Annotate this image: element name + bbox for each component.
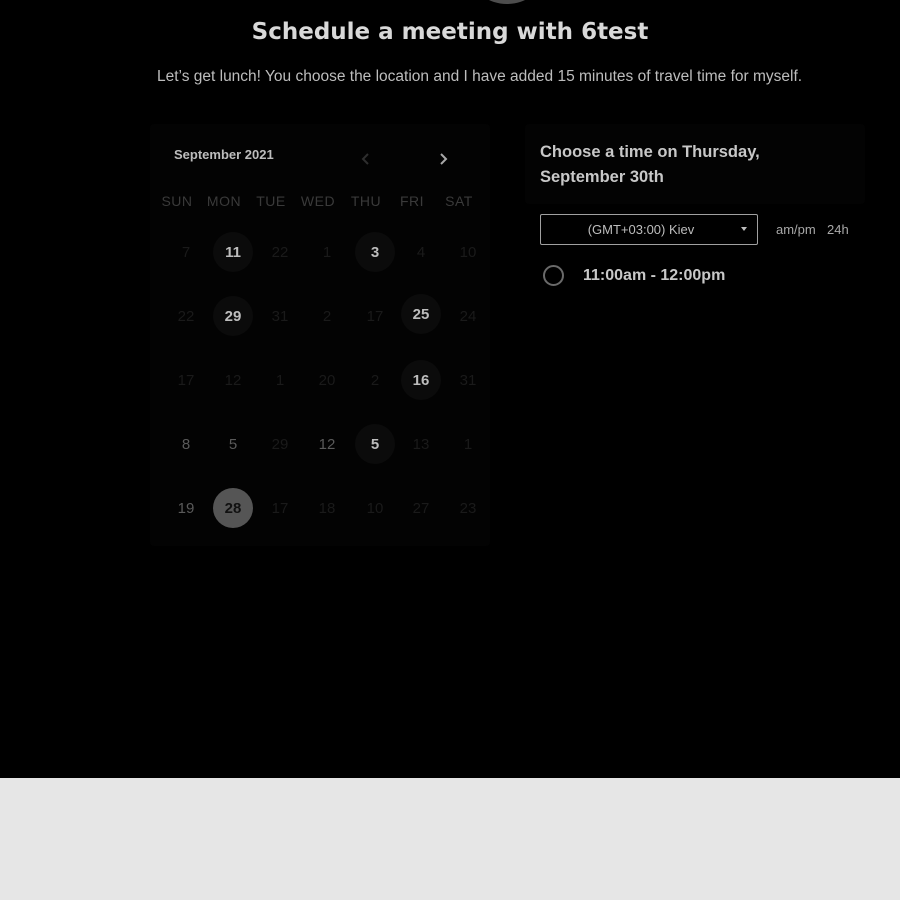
format-ampm-toggle[interactable]: am/pm: [776, 222, 816, 237]
caret-down-icon: [741, 227, 747, 231]
time-header: Choose a time on Thursday, September 30t…: [540, 143, 760, 186]
next-month-button[interactable]: [432, 148, 454, 170]
calendar-day[interactable]: 5: [355, 424, 395, 464]
page-title: Schedule a meeting with 6test: [251, 19, 649, 45]
time-slot-label: 11:00am - 12:00pm: [583, 267, 726, 284]
calendar-day: 22: [271, 243, 289, 261]
weekday-label: FRI: [399, 193, 425, 209]
calendar-day: 12: [224, 371, 242, 389]
calendar-day: 5: [228, 435, 238, 453]
calendar-day: 8: [181, 435, 191, 453]
avatar: [472, 0, 542, 4]
calendar-day: 1: [275, 371, 285, 389]
calendar-month-label: September 2021: [174, 147, 274, 162]
calendar-day: 2: [322, 307, 332, 325]
calendar-day: 4: [416, 243, 426, 261]
calendar-day: 1: [463, 435, 473, 453]
calendar-day[interactable]: 16: [401, 360, 441, 400]
calendar-day[interactable]: 29: [213, 296, 253, 336]
calendar-day[interactable]: 3: [355, 232, 395, 272]
meeting-description: Let’s get lunch! You choose the location…: [157, 68, 803, 85]
format-24h-toggle[interactable]: 24h: [827, 222, 849, 237]
calendar-day: 18: [318, 499, 336, 517]
calendar-day: 23: [459, 499, 477, 517]
calendar-day-selected[interactable]: 28: [213, 488, 253, 528]
calendar-day: 10: [366, 499, 384, 517]
calendar-day: 31: [459, 371, 477, 389]
chevron-right-icon: [440, 153, 448, 165]
prev-month-button[interactable]: [355, 148, 377, 170]
weekday-label: MON: [206, 193, 242, 209]
calendar-day: 1: [322, 243, 332, 261]
calendar-day: 20: [318, 371, 336, 389]
calendar-day: 29: [271, 435, 289, 453]
weekday-label: WED: [300, 193, 336, 209]
calendar-day: 17: [271, 499, 289, 517]
calendar-day: 22: [177, 307, 195, 325]
calendar-day: 17: [177, 371, 195, 389]
calendar-day: 17: [366, 307, 384, 325]
time-slot[interactable]: 11:00am - 12:00pm: [543, 264, 803, 291]
chevron-left-icon: [361, 153, 369, 165]
calendar-day[interactable]: 11: [213, 232, 253, 272]
calendar-day: 12: [318, 435, 336, 453]
scheduler-page: Schedule a meeting with 6test Let’s get …: [0, 0, 900, 778]
calendar-day: 24: [459, 307, 477, 325]
weekday-label: SAT: [445, 193, 473, 209]
timezone-select[interactable]: (GMT+03:00) Kiev: [540, 214, 758, 245]
calendar-day: 19: [177, 499, 195, 517]
calendar-day: 31: [271, 307, 289, 325]
calendar-day: 27: [412, 499, 430, 517]
calendar-day: 13: [412, 435, 430, 453]
timezone-value: (GMT+03:00) Kiev: [587, 222, 695, 237]
calendar-day: 7: [181, 243, 191, 261]
weekday-label: SUN: [161, 193, 193, 209]
weekday-label: TUE: [256, 193, 286, 209]
calendar-day[interactable]: 25: [401, 294, 441, 334]
calendar-day: 2: [370, 371, 380, 389]
calendar-day: 10: [459, 243, 477, 261]
weekday-label: THU: [350, 193, 382, 209]
radio-circle-icon[interactable]: [543, 265, 564, 286]
